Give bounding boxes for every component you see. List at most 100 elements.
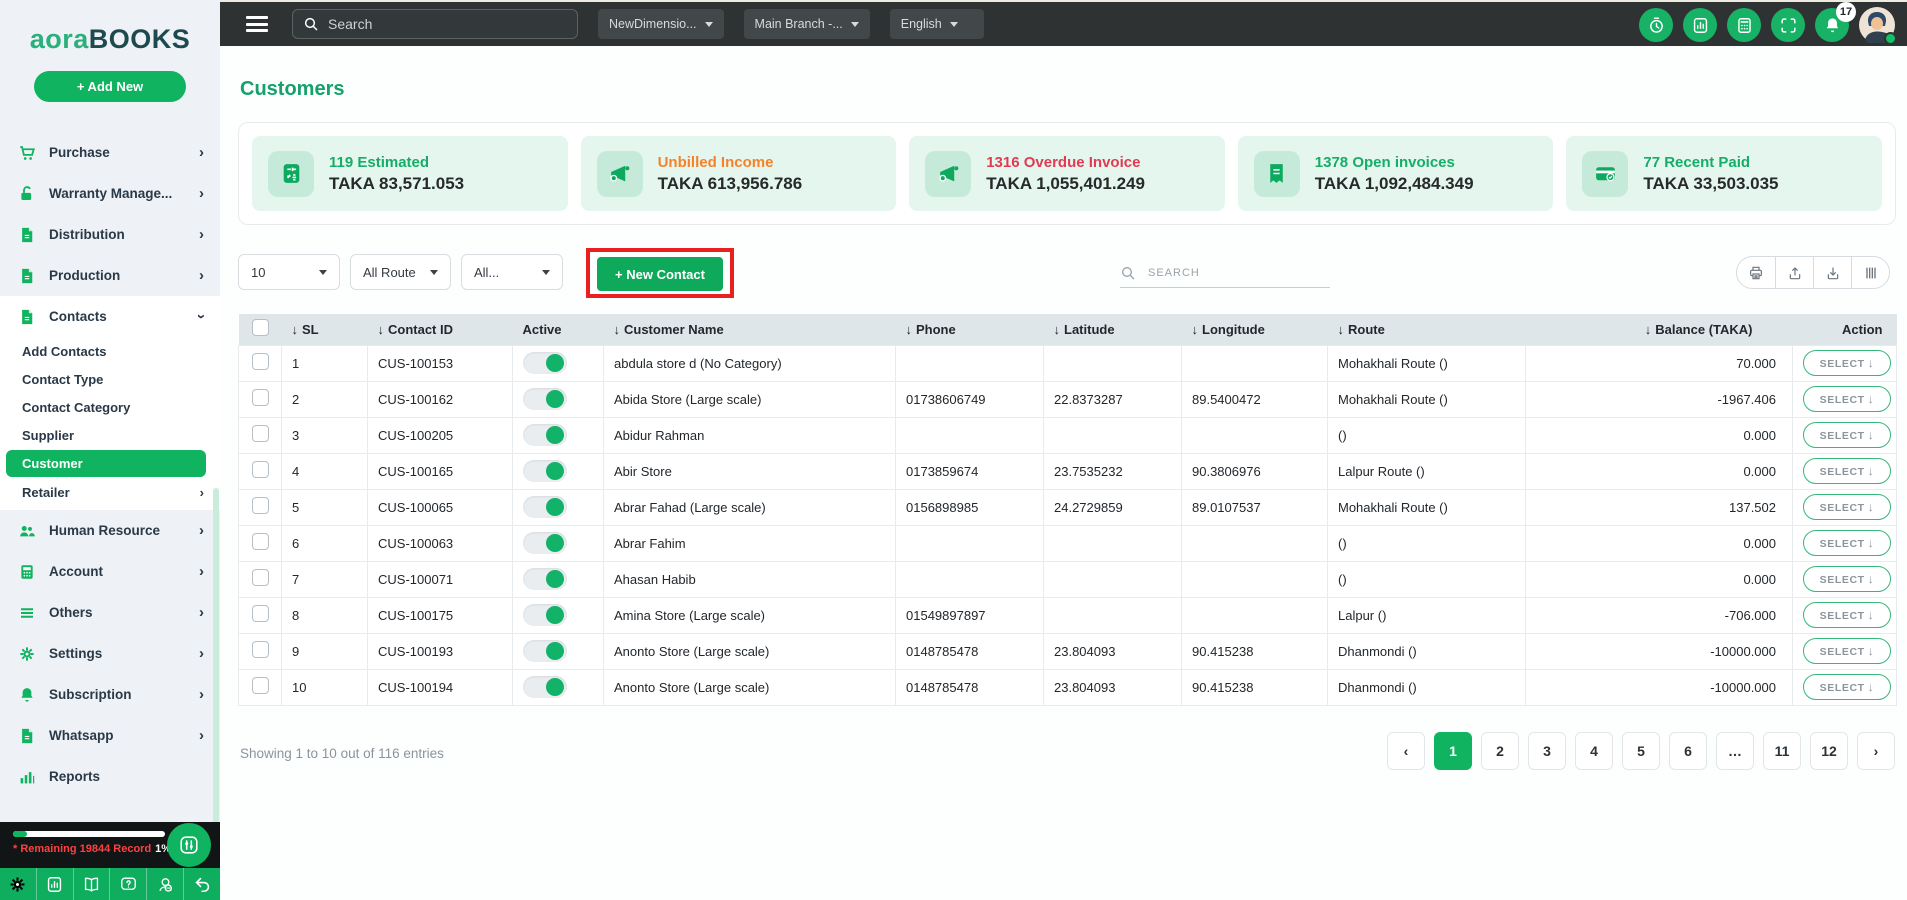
sidebar-item-subscription[interactable]: Subscription › — [0, 674, 220, 715]
topbar-chart-box-icon[interactable] — [1683, 8, 1717, 42]
tool-printer-icon[interactable] — [1737, 257, 1775, 288]
submenu-item-supplier[interactable]: Supplier — [0, 421, 220, 449]
pagination-page-4[interactable]: 4 — [1575, 732, 1613, 770]
submenu-item-contact-type[interactable]: Contact Type — [0, 365, 220, 393]
pagination-next[interactable]: › — [1857, 732, 1895, 770]
global-search-input[interactable] — [328, 16, 548, 32]
select-action-button[interactable]: SELECT ↓ — [1803, 350, 1891, 376]
sidebar-item-reports[interactable]: Reports — [0, 756, 220, 797]
sliders-icon[interactable] — [167, 823, 211, 867]
select-action-button[interactable]: SELECT ↓ — [1803, 638, 1891, 664]
sidebar-item-production[interactable]: Production › — [0, 255, 220, 296]
select-action-button[interactable]: SELECT ↓ — [1803, 530, 1891, 556]
active-toggle[interactable] — [523, 532, 567, 554]
row-checkbox[interactable] — [251, 569, 269, 586]
page-size-select[interactable]: 10 — [238, 254, 340, 290]
pagination-page-1[interactable]: 1 — [1434, 732, 1472, 770]
row-checkbox[interactable] — [251, 497, 269, 514]
active-toggle[interactable] — [523, 568, 567, 590]
quickbar-support-icon[interactable] — [146, 868, 183, 900]
column-header-active[interactable]: Active — [512, 314, 604, 345]
pagination-page-11[interactable]: 11 — [1763, 732, 1801, 770]
row-checkbox[interactable] — [251, 353, 269, 370]
company-dropdown[interactable]: NewDimensio... — [598, 9, 724, 39]
sidebar-item-contacts[interactable]: Contacts › — [0, 296, 220, 337]
active-toggle[interactable] — [523, 496, 567, 518]
column-header-contact-id[interactable]: ↓ Contact ID — [367, 314, 513, 345]
global-search[interactable] — [292, 9, 578, 39]
pagination-page-2[interactable]: 2 — [1481, 732, 1519, 770]
table-search-input[interactable] — [1148, 266, 1308, 279]
topbar-calc-white-icon[interactable] — [1727, 8, 1761, 42]
column-header-balance-taka[interactable]: ↓ Balance (TAKA) — [1525, 314, 1793, 345]
add-new-button[interactable]: + Add New — [34, 71, 186, 102]
topbar-bell-white-icon[interactable]: 17 — [1815, 2, 1856, 42]
pagination-page-5[interactable]: 5 — [1622, 732, 1660, 770]
pagination-page-3[interactable]: 3 — [1528, 732, 1566, 770]
column-header-longitude[interactable]: ↓ Longitude — [1181, 314, 1328, 345]
select-action-button[interactable]: SELECT ↓ — [1803, 602, 1891, 628]
active-toggle[interactable] — [523, 640, 567, 662]
tool-upload-icon[interactable] — [1775, 257, 1813, 288]
sidebar-item-purchase[interactable]: Purchase › — [0, 132, 220, 173]
active-toggle[interactable] — [523, 604, 567, 626]
quickbar-help-icon[interactable] — [109, 868, 146, 900]
row-checkbox[interactable] — [251, 533, 269, 550]
sidebar-item-human-resource[interactable]: Human Resource › — [0, 510, 220, 551]
submenu-item-add-contacts[interactable]: Add Contacts — [0, 337, 220, 365]
row-checkbox[interactable] — [251, 677, 269, 694]
user-avatar[interactable] — [1859, 7, 1897, 45]
row-checkbox[interactable] — [251, 641, 269, 658]
pagination-page-6[interactable]: 6 — [1669, 732, 1707, 770]
pagination-prev[interactable]: ‹ — [1387, 732, 1425, 770]
submenu-item-customer[interactable]: Customer — [6, 450, 206, 477]
select-action-button[interactable]: SELECT ↓ — [1803, 566, 1891, 592]
column-header-route[interactable]: ↓ Route — [1327, 314, 1526, 345]
pagination-ellipsis[interactable]: … — [1716, 732, 1754, 770]
category-filter-select[interactable]: All... — [461, 254, 563, 290]
quickbar-book-icon[interactable] — [72, 868, 110, 900]
row-checkbox[interactable] — [251, 461, 269, 478]
active-toggle[interactable] — [523, 460, 567, 482]
row-checkbox[interactable] — [251, 425, 269, 442]
sidebar-item-warranty-manage[interactable]: Warranty Manage... › — [0, 173, 220, 214]
active-toggle[interactable] — [523, 676, 567, 698]
active-toggle[interactable] — [523, 388, 567, 410]
topbar-timer-icon[interactable] — [1639, 8, 1673, 42]
select-action-button[interactable]: SELECT ↓ — [1803, 386, 1891, 412]
menu-icon[interactable] — [246, 13, 268, 36]
new-contact-button[interactable]: + New Contact — [597, 257, 723, 291]
row-checkbox[interactable] — [251, 605, 269, 622]
row-checkbox[interactable] — [251, 389, 269, 406]
select-all-checkbox[interactable] — [251, 319, 269, 337]
select-action-button[interactable]: SELECT ↓ — [1803, 674, 1891, 700]
column-header-phone[interactable]: ↓ Phone — [895, 314, 1044, 345]
submenu-item-retailer[interactable]: Retailer › — [0, 478, 220, 506]
quickbar-chart-box-icon[interactable] — [35, 868, 73, 900]
quickbar-gear-icon[interactable] — [0, 868, 36, 900]
active-toggle[interactable] — [523, 352, 567, 374]
column-header-sl[interactable]: ↓ SL — [281, 314, 368, 345]
tool-columns-icon[interactable] — [1851, 257, 1889, 288]
sidebar-item-whatsapp[interactable]: Whatsapp › — [0, 715, 220, 756]
submenu-item-contact-category[interactable]: Contact Category — [0, 393, 220, 421]
sidebar-item-settings[interactable]: Settings › — [0, 633, 220, 674]
sidebar-item-account[interactable]: Account › — [0, 551, 220, 592]
select-action-button[interactable]: SELECT ↓ — [1803, 458, 1891, 484]
language-dropdown[interactable]: English — [889, 9, 984, 39]
select-action-button[interactable]: SELECT ↓ — [1803, 494, 1891, 520]
column-header-action[interactable]: Action — [1792, 314, 1897, 345]
route-filter-select[interactable]: All Route — [350, 254, 451, 290]
quickbar-undo-icon[interactable] — [183, 868, 220, 900]
pagination-page-12[interactable]: 12 — [1810, 732, 1848, 770]
table-search[interactable] — [1120, 258, 1330, 288]
sidebar-item-others[interactable]: Others › — [0, 592, 220, 633]
topbar-scan-icon[interactable] — [1771, 8, 1805, 42]
column-header-latitude[interactable]: ↓ Latitude — [1043, 314, 1182, 345]
branch-dropdown[interactable]: Main Branch -... — [743, 9, 870, 39]
column-header-customer-name[interactable]: ↓ Customer Name — [603, 314, 896, 345]
select-action-button[interactable]: SELECT ↓ — [1803, 422, 1891, 448]
active-toggle[interactable] — [523, 424, 567, 446]
tool-download-icon[interactable] — [1813, 257, 1851, 288]
sidebar-item-distribution[interactable]: Distribution › — [0, 214, 220, 255]
